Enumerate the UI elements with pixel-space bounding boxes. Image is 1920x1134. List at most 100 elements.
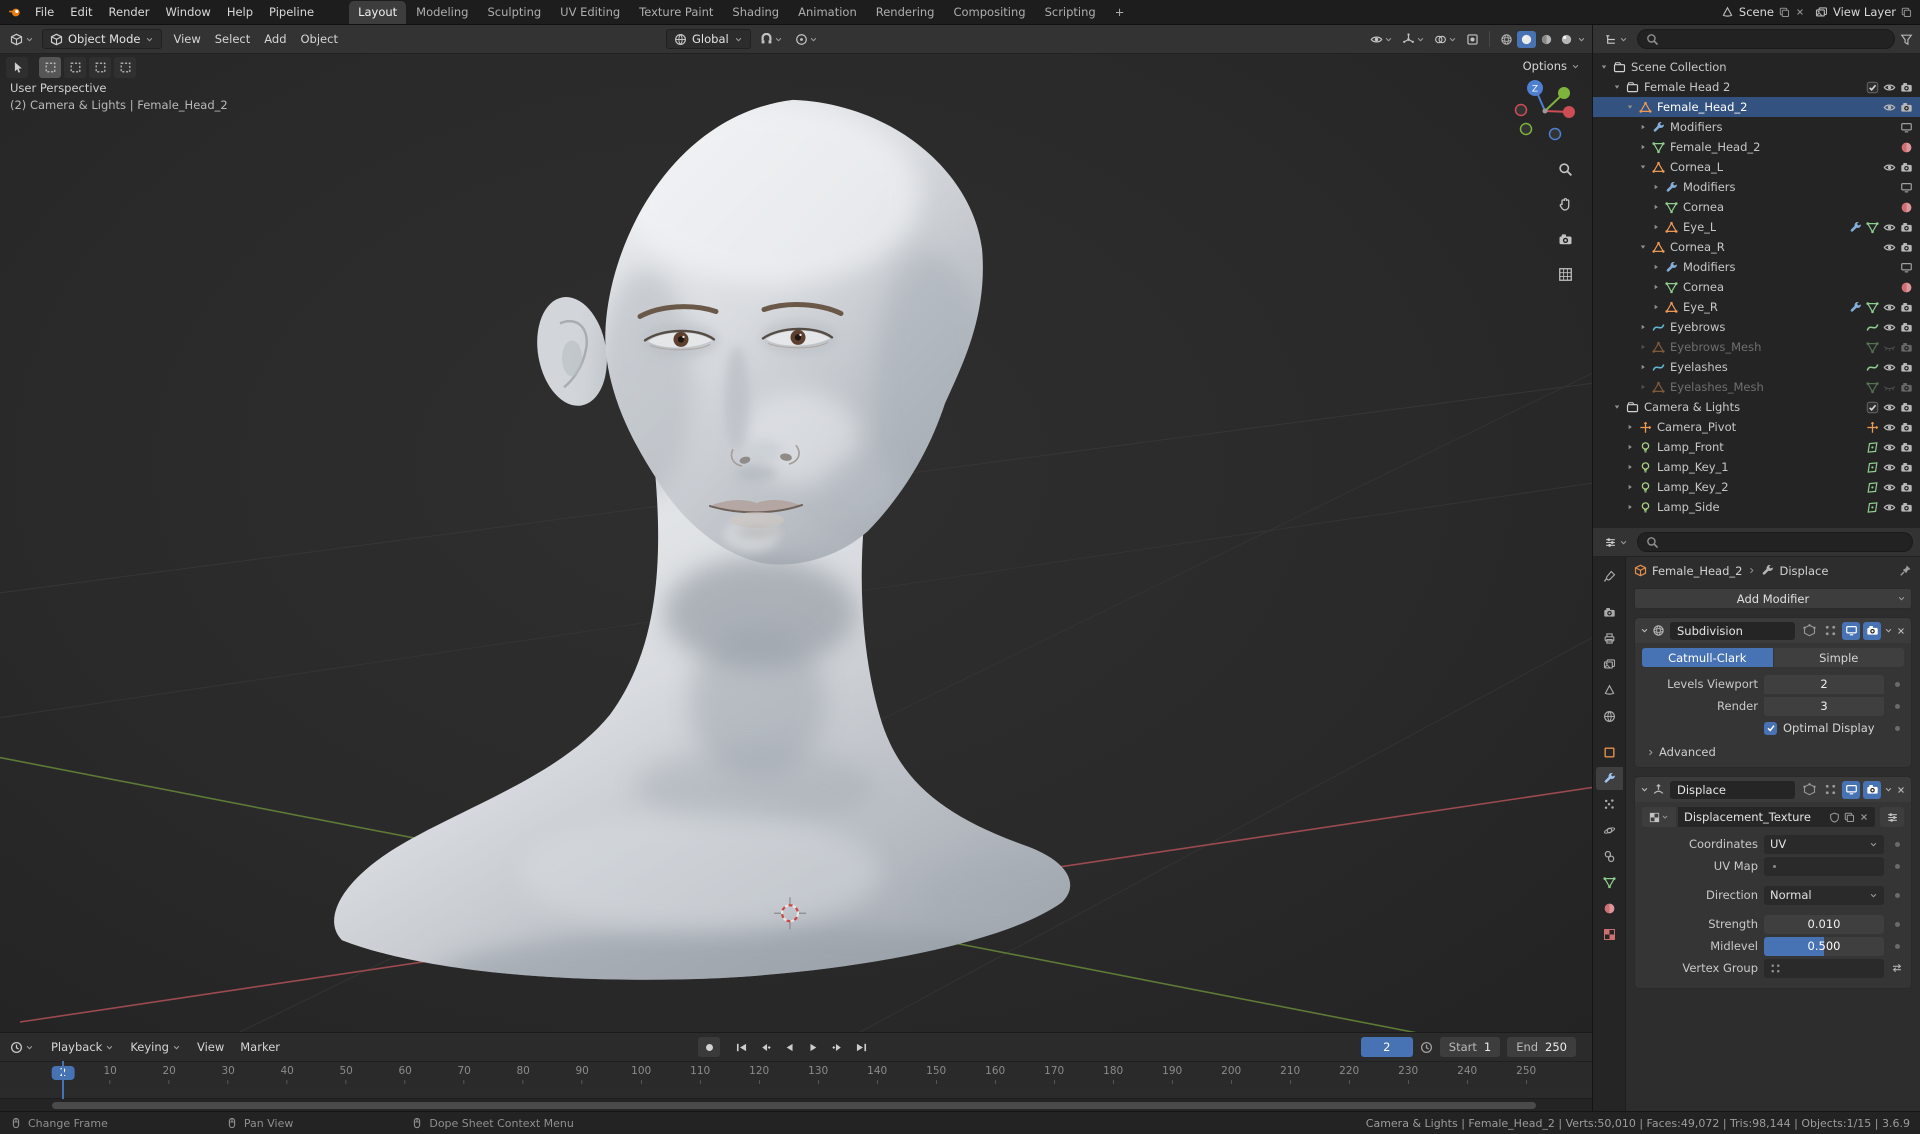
pin-button[interactable] [1899,564,1912,577]
properties-tab-world[interactable] [1596,705,1623,728]
jump-end-button[interactable] [850,1037,872,1057]
show-texture-in-texture-tab-button[interactable] [1880,807,1904,827]
outliner-row-cornea[interactable]: Cornea [1593,277,1920,297]
duplicate-texture-button[interactable] [1844,812,1855,823]
unlink-texture-button[interactable] [1859,812,1869,822]
timeline-scrollbar[interactable] [0,1098,1592,1111]
add-modifier-button[interactable]: Add Modifier [1634,588,1912,609]
outliner-row-eyebrows[interactable]: Eyebrows [1593,317,1920,337]
menu-render[interactable]: Render [101,3,158,21]
edit-mode-display-toggle[interactable] [1800,622,1818,640]
new-view-layer-button[interactable] [1901,7,1912,18]
expander-icon[interactable] [1636,363,1649,371]
orientation-dropdown[interactable]: Global [666,29,751,49]
menu-help[interactable]: Help [219,3,261,21]
expander-icon[interactable] [1649,283,1662,291]
outliner-row-lamp-key-2[interactable]: Lamp_Key_2 [1593,477,1920,497]
outliner-row-modifiers[interactable]: Modifiers [1593,117,1920,137]
outliner-row-lamp-key-1[interactable]: Lamp_Key_1 [1593,457,1920,477]
shading-wireframe-button[interactable] [1497,31,1516,48]
modifier-name-field[interactable]: Subdivision [1670,621,1795,640]
expander-icon[interactable] [1636,123,1649,131]
outliner-row-eyebrows-mesh[interactable]: Eyebrows_Mesh [1593,337,1920,357]
disable-in-renders-toggle-icon[interactable] [1900,101,1913,114]
navigation-gizmo[interactable]: Z [1510,76,1580,146]
xray-toggle[interactable] [1463,31,1482,48]
outliner-row-eye-l[interactable]: Eye_L [1593,217,1920,237]
box-select-new-button[interactable] [39,57,61,78]
hide-in-viewport-toggle-icon[interactable] [1883,461,1896,474]
on-cage-toggle[interactable] [1821,622,1839,640]
direction-dropdown[interactable]: Normal [1764,885,1884,905]
timeline-ruler[interactable]: 2 10203040506070809010011012013014015016… [0,1061,1592,1087]
options-button[interactable]: Options [1523,59,1580,73]
workspace-tab-scripting[interactable]: Scripting [1036,1,1105,24]
disable-in-renders-toggle-icon[interactable] [1900,421,1913,434]
timeline-menu-playback[interactable]: Playback [44,1037,121,1057]
breadcrumb-modifier[interactable]: Displace [1779,564,1828,578]
render-display-toggle[interactable] [1863,621,1881,640]
animate-decorator[interactable] [1890,681,1904,687]
timeline-menu-view[interactable]: View [190,1037,231,1057]
checked-checkbox[interactable] [1764,721,1777,735]
properties-tab-material[interactable] [1596,897,1623,920]
box-select-intersect-button[interactable] [114,57,136,78]
outliner-row-cornea-r[interactable]: Cornea_R [1593,237,1920,257]
viewport-menu-view[interactable]: View [166,29,207,49]
properties-tab-render[interactable] [1596,601,1623,624]
disable-in-renders-toggle-icon[interactable] [1900,81,1913,94]
shading-material-preview-button[interactable] [1537,31,1556,48]
catmull-clark-button[interactable]: Catmull-Clark [1642,648,1773,667]
snap-toggle[interactable] [757,31,786,48]
mode-dropdown[interactable]: Object Mode [42,29,163,49]
workspace-tab-shading[interactable]: Shading [723,1,788,24]
animate-decorator[interactable] [1890,703,1904,709]
delete-modifier-button[interactable] [1896,626,1906,636]
menu-window[interactable]: Window [157,3,218,21]
hide-in-viewport-toggle-icon[interactable] [1883,301,1896,314]
texture-name-field[interactable]: Displacement_Texture [1678,807,1875,827]
expander-icon[interactable] [1623,463,1636,471]
blender-logo[interactable] [8,6,21,19]
outliner-row-lamp-side[interactable]: Lamp_Side [1593,497,1920,517]
outliner-search-input[interactable] [1637,29,1895,49]
breadcrumb-object[interactable]: Female_Head_2 [1652,564,1742,578]
realtime-display-toggle[interactable] [1842,621,1860,640]
editor-type-button[interactable] [1600,31,1632,48]
expander-icon[interactable] [1623,423,1636,431]
editor-type-button[interactable] [6,31,38,48]
current-frame-field[interactable]: 2 [1360,1037,1413,1057]
hide-in-viewport-toggle-icon[interactable] [1883,81,1896,94]
expander-icon[interactable] [1636,343,1649,351]
uv-map-picker[interactable] [1764,856,1884,876]
properties-tab-constraints[interactable] [1596,845,1623,868]
add-workspace-button[interactable]: + [1106,1,1134,24]
toggle-ortho-button[interactable] [1558,267,1573,285]
shading-solid-button[interactable] [1517,30,1536,48]
simple-button[interactable]: Simple [1773,648,1904,667]
disable-in-renders-toggle-icon[interactable] [1900,341,1913,354]
expander-icon[interactable] [1649,223,1662,231]
render-levels-field[interactable]: 3 [1764,696,1884,716]
animate-decorator[interactable] [1890,892,1904,898]
scene-selector[interactable]: Scene [1721,5,1805,19]
filter-button[interactable] [1900,33,1913,46]
expander-icon[interactable] [1636,143,1649,151]
scrollbar-thumb[interactable] [52,1102,1536,1109]
viewport-menu-object[interactable]: Object [294,29,345,49]
exclude-collection-checkbox-icon[interactable] [1866,81,1879,94]
workspace-tab-uv-editing[interactable]: UV Editing [551,1,629,24]
coordinates-dropdown[interactable]: UV [1764,834,1884,854]
animate-decorator[interactable] [1890,841,1904,847]
outliner-row-eyelashes[interactable]: Eyelashes [1593,357,1920,377]
pan-hand-button[interactable] [1558,197,1573,215]
disable-in-renders-toggle-icon[interactable] [1900,301,1913,314]
hide-in-viewport-toggle-icon[interactable] [1883,341,1896,354]
outliner-row-eye-r[interactable]: Eye_R [1593,297,1920,317]
properties-tab-texture[interactable] [1596,923,1623,946]
outliner-row-female-head-2[interactable]: Female Head 2 [1593,77,1920,97]
exclude-collection-checkbox-icon[interactable] [1866,401,1879,414]
hide-in-viewport-toggle-icon[interactable] [1883,481,1896,494]
edit-mode-display-toggle[interactable] [1800,781,1818,799]
hide-in-viewport-toggle-icon[interactable] [1883,381,1896,394]
